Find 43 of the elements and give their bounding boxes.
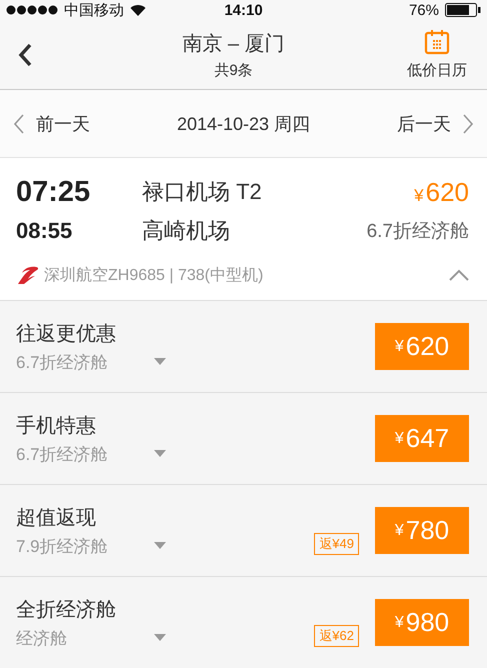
arrival-airport: 高崎机场 <box>142 217 231 245</box>
previous-day-button[interactable]: 前一天 <box>14 112 90 136</box>
battery-percent: 76% <box>408 2 439 18</box>
cashback-tag: 返¥49 <box>314 532 359 554</box>
selected-date: 2014-10-23 周四 <box>176 112 310 136</box>
right-chevron-icon <box>463 114 473 134</box>
fare-name: 往返更优惠 <box>16 322 117 346</box>
fare-cabin: 6.7折经济舱 <box>16 444 109 466</box>
battery-icon <box>445 3 481 17</box>
clock-time: 14:10 <box>224 2 263 18</box>
price-button[interactable]: ¥647 <box>375 415 469 462</box>
bird-logo-icon <box>16 264 40 286</box>
wifi-icon <box>130 4 146 16</box>
arrival-time: 08:55 <box>16 218 74 244</box>
departure-airport: 禄口机场 T2 <box>142 178 263 206</box>
dropdown-caret-icon[interactable] <box>154 542 166 550</box>
collapse-chevron-icon[interactable] <box>449 269 469 281</box>
route-title: 南京 – 厦门 <box>182 32 285 56</box>
calendar-icon <box>424 29 450 55</box>
fare-name: 全折经济舱 <box>16 598 117 622</box>
fare-cabin: 7.9折经济舱 <box>16 536 109 558</box>
fare-name: 手机特惠 <box>16 414 97 438</box>
lowest-price: ¥620 <box>414 176 469 208</box>
dropdown-caret-icon[interactable] <box>154 634 166 642</box>
fare-name: 超值返现 <box>16 506 97 530</box>
fare-cabin: 经济舱 <box>16 628 68 650</box>
price-button[interactable]: ¥620 <box>375 323 469 370</box>
price-button[interactable]: ¥780 <box>375 507 469 554</box>
next-day-button[interactable]: 后一天 <box>397 112 473 136</box>
signal-icon <box>6 5 58 15</box>
low-price-calendar-button[interactable]: 低价日历 <box>387 29 487 80</box>
cabin-class: 6.7折经济舱 <box>366 220 469 244</box>
cashback-tag: 返¥62 <box>314 624 359 646</box>
left-chevron-icon <box>14 114 24 134</box>
dropdown-caret-icon[interactable] <box>154 450 166 458</box>
fare-cabin: 6.7折经济舱 <box>16 352 109 374</box>
result-count: 共9条 <box>214 60 253 80</box>
carrier-name: 中国移动 <box>64 0 124 20</box>
price-button[interactable]: ¥980 <box>375 599 469 646</box>
dropdown-caret-icon[interactable] <box>154 358 166 366</box>
back-chevron-icon <box>18 42 32 66</box>
departure-time: 07:25 <box>16 176 92 208</box>
airline-info: 深圳航空ZH9685 | 738(中型机) <box>44 266 264 286</box>
